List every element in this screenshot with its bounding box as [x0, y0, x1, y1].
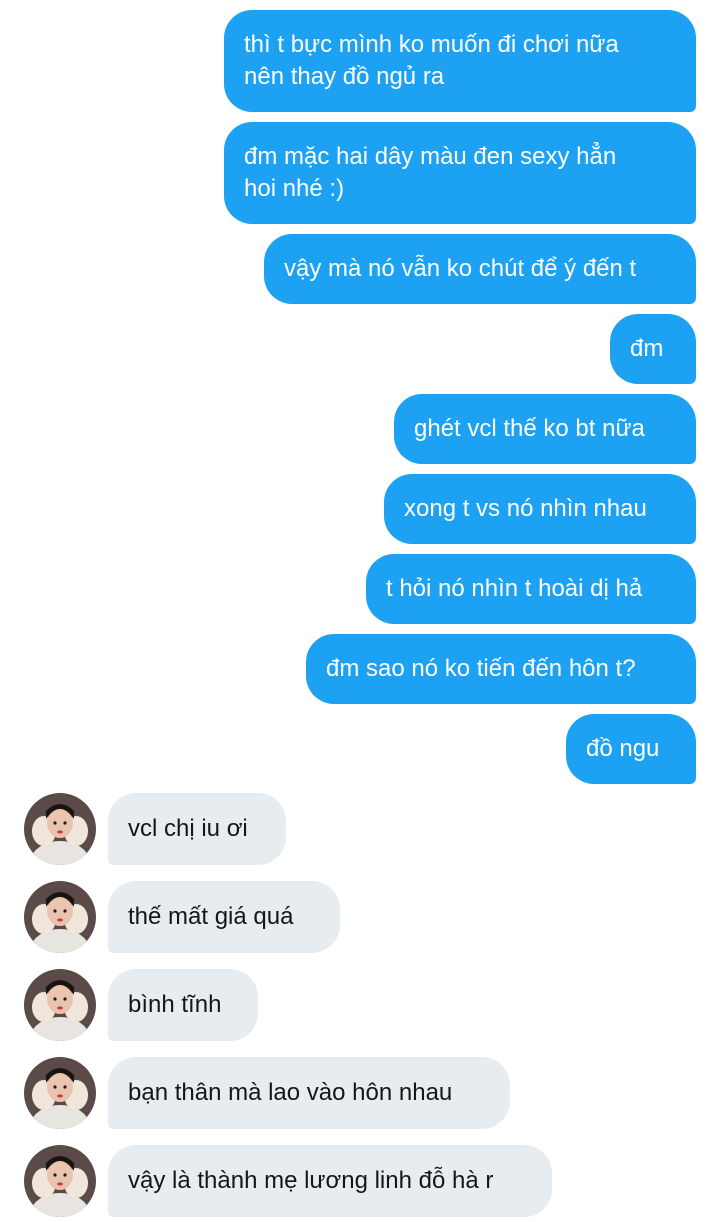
outgoing-message[interactable]: đm sao nó ko tiến đến hôn t?	[306, 634, 696, 704]
outgoing-message[interactable]: đồ ngu	[566, 714, 696, 784]
message-text: đm sao nó ko tiến đến hôn t?	[326, 655, 636, 682]
message-text: vcl chị iu ơi	[128, 815, 248, 842]
outgoing-message[interactable]: xong t vs nó nhìn nhau	[384, 474, 696, 544]
message-text: vậy là thành mẹ lương linh đỗ hà r	[128, 1167, 494, 1194]
avatar-photo-icon	[24, 881, 96, 953]
sender-avatar[interactable]	[24, 969, 96, 1041]
outgoing-message[interactable]: thì t bực mình ko muốn đi chơi nữa nên t…	[224, 10, 696, 112]
message-text: bạn thân mà lao vào hôn nhau	[128, 1079, 453, 1106]
outgoing-message[interactable]: ghét vcl thế ko bt nữa	[394, 394, 696, 464]
avatar-photo-icon	[24, 1145, 96, 1217]
incoming-message[interactable]: bình tĩnh	[108, 969, 258, 1041]
message-text: xong t vs nó nhìn nhau	[404, 495, 647, 522]
message-text: vậy mà nó vẫn ko chút để ý đến t	[284, 255, 637, 282]
incoming-message[interactable]: vcl chị iu ơi	[108, 793, 286, 865]
message-text: đm	[630, 335, 664, 362]
incoming-message[interactable]: thế mất giá quá	[108, 881, 340, 953]
sender-avatar[interactable]	[24, 881, 96, 953]
avatar-photo-icon	[24, 1057, 96, 1129]
message-text: đồ ngu	[586, 735, 660, 762]
avatar-photo-icon	[24, 969, 96, 1041]
incoming-message[interactable]: vậy là thành mẹ lương linh đỗ hà r	[108, 1145, 552, 1217]
message-text: thế mất giá quá	[128, 903, 294, 930]
sender-avatar[interactable]	[24, 1057, 96, 1129]
outgoing-message[interactable]: đm	[610, 314, 696, 384]
message-text: thì t bực mình ko muốn đi chơi nữa nên t…	[244, 31, 619, 90]
outgoing-message[interactable]: vậy mà nó vẫn ko chút để ý đến t	[264, 234, 696, 304]
sender-avatar[interactable]	[24, 1145, 96, 1217]
message-text: bình tĩnh	[128, 991, 222, 1018]
conversation-thread: thì t bực mình ko muốn đi chơi nữa nên t…	[0, 0, 720, 1222]
avatar-photo-icon	[24, 793, 96, 865]
sender-avatar[interactable]	[24, 793, 96, 865]
incoming-message[interactable]: bạn thân mà lao vào hôn nhau	[108, 1057, 510, 1129]
outgoing-message[interactable]: đm mặc hai dây màu đen sexy hẳn hoi nhé …	[224, 122, 696, 224]
message-text: đm mặc hai dây màu đen sexy hẳn hoi nhé …	[244, 143, 617, 202]
message-text: ghét vcl thế ko bt nữa	[414, 415, 645, 442]
message-text: t hỏi nó nhìn t hoài dị hả	[386, 575, 643, 602]
outgoing-message[interactable]: t hỏi nó nhìn t hoài dị hả	[366, 554, 696, 624]
